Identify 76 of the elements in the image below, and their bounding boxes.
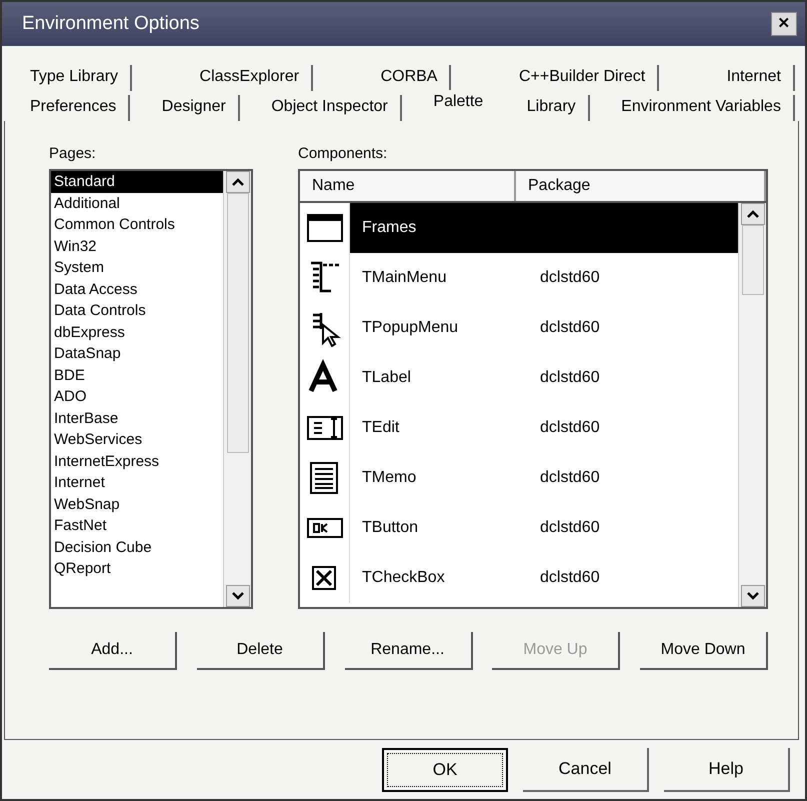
action-button[interactable]: Move Down (640, 632, 768, 670)
component-name: TButton (362, 518, 418, 538)
dialog-button[interactable]: Cancel (523, 748, 649, 792)
window-title: Environment Options (22, 12, 200, 36)
page-list-item[interactable]: dbExpress (51, 322, 223, 344)
dialog-button[interactable]: OK (382, 748, 508, 792)
caret-up-icon (746, 210, 758, 218)
page-list-item[interactable]: FastNet (51, 515, 223, 537)
page-list-item[interactable]: Win32 (51, 236, 223, 258)
scrollbar[interactable] (738, 203, 766, 608)
page-list-item[interactable]: DataSnap (51, 343, 223, 365)
package-name: dclstd60 (540, 518, 600, 538)
page-list-item[interactable]: WebServices (51, 429, 223, 451)
page-list-item[interactable]: QReport (51, 558, 223, 580)
component-name: TLabel (362, 368, 411, 388)
page-list-item[interactable]: ADO (51, 386, 223, 408)
action-button[interactable]: Rename... (344, 632, 472, 670)
component-row[interactable]: TLabel dclstd60 (300, 353, 738, 404)
action-button[interactable]: Add... (49, 632, 177, 670)
package-name: dclstd60 (540, 418, 600, 438)
scroll-up-button[interactable] (226, 171, 250, 194)
page-list-item[interactable]: InternetExpress (51, 450, 223, 472)
scrollbar[interactable] (223, 171, 251, 608)
page-list-item[interactable]: WebSnap (51, 494, 223, 516)
component-row[interactable]: TMemo dclstd60 (300, 453, 738, 504)
column-header[interactable]: Name (300, 171, 516, 202)
column-header[interactable]: Package (516, 171, 766, 202)
component-row[interactable]: TCheckBox dclstd60 (300, 553, 738, 604)
scrollbar-thumb[interactable] (226, 193, 248, 454)
caret-down-icon (232, 592, 244, 600)
scroll-down-button[interactable] (226, 585, 250, 608)
close-button[interactable]: ✕ (771, 12, 797, 36)
tab[interactable]: C++Builder Direct (506, 65, 660, 91)
component-row[interactable]: TMainMenu dclstd60 (300, 253, 738, 304)
page-list-item[interactable]: BDE (51, 364, 223, 386)
component-name: TCheckBox (362, 568, 445, 588)
component-name: Frames (362, 218, 416, 238)
page-list-item[interactable]: Data Access (51, 278, 223, 300)
action-button[interactable]: Delete (196, 632, 325, 670)
caret-down-icon (746, 592, 758, 600)
tab[interactable]: Library (514, 95, 590, 121)
component-name: TPopupMenu (362, 318, 458, 338)
package-name: dclstd60 (540, 318, 600, 338)
tab[interactable]: Object Inspector (259, 95, 402, 121)
pages-label: Pages: (49, 144, 97, 164)
package-name: dclstd60 (540, 568, 600, 588)
package-name: dclstd60 (540, 268, 600, 288)
tab[interactable]: Internet (714, 65, 795, 91)
dialog-button[interactable]: Help (664, 748, 790, 792)
tab[interactable]: Preferences (18, 95, 130, 121)
tab[interactable]: ClassExplorer (188, 65, 314, 91)
package-name: dclstd60 (540, 368, 600, 388)
package-name: dclstd60 (540, 468, 600, 488)
component-row[interactable]: TEdit dclstd60 (300, 403, 738, 454)
component-name: TEdit (362, 418, 400, 438)
page-list-item[interactable]: Standard (51, 171, 223, 193)
component-name: TMainMenu (362, 268, 446, 288)
page-list-item[interactable]: Internet (51, 472, 223, 494)
scrollbar-thumb[interactable] (742, 225, 764, 296)
page-list-item[interactable]: InterBase (51, 408, 223, 430)
scroll-down-button[interactable] (740, 585, 764, 608)
component-row[interactable]: TButton dclstd60 (300, 503, 738, 554)
page-list-item[interactable]: System (51, 257, 223, 279)
scroll-up-button[interactable] (740, 203, 764, 226)
page-list-item[interactable]: Common Controls (51, 214, 223, 236)
page-list-item[interactable]: Additional (51, 192, 223, 214)
component-row[interactable]: TPopupMenu dclstd60 (300, 303, 738, 354)
tab[interactable]: Environment Variables (609, 95, 795, 121)
tab[interactable]: Designer (150, 95, 240, 121)
page-list-item[interactable]: Data Controls (51, 300, 223, 322)
tab[interactable]: Type Library (18, 65, 132, 91)
page-list-item[interactable]: Decision Cube (51, 536, 223, 558)
component-row[interactable]: Frames (300, 203, 738, 254)
components-label: Components: (298, 144, 388, 164)
caret-up-icon (232, 178, 244, 186)
component-name: TMemo (362, 468, 416, 488)
